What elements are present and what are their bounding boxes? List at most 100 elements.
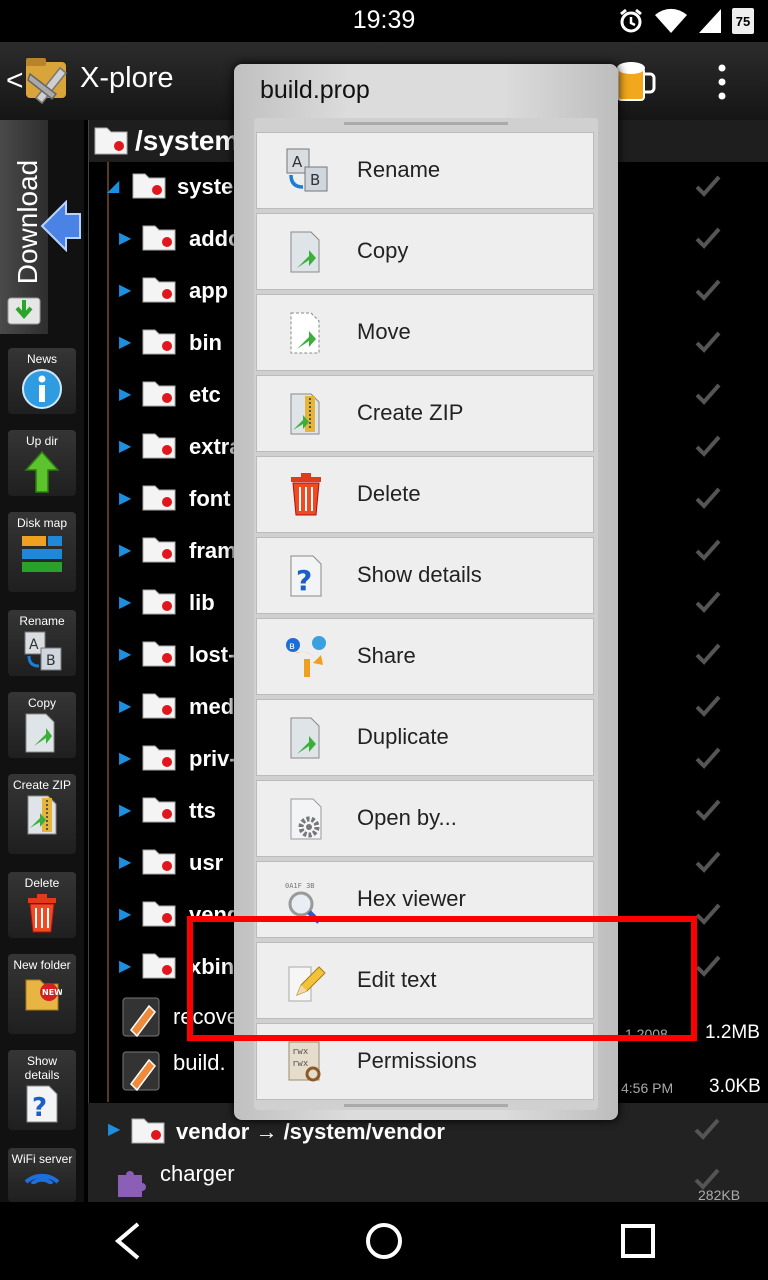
new-folder-label: New folder: [13, 958, 71, 972]
folder-name: etc: [189, 382, 221, 407]
new-folder-button[interactable]: New folder NEW: [8, 954, 76, 1034]
news-label: News: [26, 352, 57, 366]
folder-name: fram: [189, 538, 237, 563]
folder-name: syste: [177, 174, 234, 199]
check-icon[interactable]: [695, 902, 721, 926]
collapsed-arrow-icon: ▶: [119, 542, 132, 559]
menu-label: Permissions: [357, 1048, 477, 1073]
trash-icon: [28, 894, 56, 933]
menu-item-create-zip[interactable]: Create ZIP: [256, 375, 594, 452]
folder-name: med: [189, 694, 235, 719]
new-folder-icon: NEW: [25, 979, 62, 1011]
file-icon: [122, 1051, 160, 1092]
app-title: X-plore: [80, 62, 174, 94]
delete-label: Delete: [24, 876, 60, 890]
svg-text:rwx: rwx: [292, 1047, 309, 1057]
copy-icon: [290, 231, 320, 273]
current-path: /system: [135, 125, 240, 156]
folder-icon: [142, 485, 176, 511]
menu-label: Open by...: [357, 805, 457, 830]
navigation-bar: [0, 1202, 768, 1280]
home-icon[interactable]: [361, 1218, 407, 1264]
folder-icon: [142, 953, 176, 979]
check-icon[interactable]: [695, 278, 721, 302]
check-icon[interactable]: [694, 1117, 720, 1141]
menu-label: Hex viewer: [357, 886, 466, 911]
menu-item-share[interactable]: ʙ Share: [256, 618, 594, 695]
file-size: 1.2MB: [705, 1022, 760, 1043]
check-icon[interactable]: [695, 434, 721, 458]
folder-icon: [132, 173, 166, 199]
news-button[interactable]: News: [8, 348, 76, 414]
menu-label: Delete: [357, 481, 421, 506]
charger-name: charger: [160, 1161, 235, 1186]
svg-text:A: A: [292, 153, 303, 171]
check-icon[interactable]: [695, 798, 721, 822]
check-icon[interactable]: [695, 954, 721, 978]
up-arrow-icon: [24, 450, 60, 493]
disk-map-button[interactable]: Disk map: [8, 512, 76, 592]
menu-item-move[interactable]: Move: [256, 294, 594, 371]
file-size: 3.0KB: [709, 1076, 761, 1097]
overflow-menu-icon[interactable]: [710, 62, 734, 102]
zip-icon: [27, 795, 57, 835]
check-icon[interactable]: [695, 642, 721, 666]
folder-icon: [142, 693, 176, 719]
check-icon[interactable]: [695, 486, 721, 510]
svg-text:0A1F 3B: 0A1F 3B: [285, 882, 315, 890]
check-icon[interactable]: [695, 226, 721, 250]
rename-icon: AB: [286, 148, 328, 192]
folder-name: tts: [189, 798, 216, 823]
cell-signal-icon: [699, 9, 721, 33]
charger-row[interactable]: charger 282KB: [88, 1157, 768, 1203]
collapsed-arrow-icon: ▶: [119, 802, 132, 819]
disk-map-label: Disk map: [16, 516, 67, 530]
wifi-server-button[interactable]: WiFi server: [8, 1148, 76, 1202]
question-icon: ?: [26, 1085, 58, 1123]
create-zip-button[interactable]: Create ZIP: [8, 774, 76, 854]
highlight-annotation: [187, 916, 697, 1041]
rename-button[interactable]: Rename AB: [8, 610, 76, 676]
folder-icon: [142, 745, 176, 771]
collapsed-arrow-icon: ▶: [119, 646, 132, 663]
check-icon[interactable]: [695, 382, 721, 406]
status-bar: 19:39 75: [0, 0, 768, 42]
permissions-icon: rwx rwx: [288, 1041, 321, 1082]
rename-label: Rename: [19, 614, 65, 628]
move-icon: [290, 312, 320, 354]
menu-item-show-details[interactable]: ? Show details: [256, 537, 594, 614]
menu-item-rename[interactable]: AB Rename: [256, 132, 594, 209]
menu-item-open-by[interactable]: Open by...: [256, 780, 594, 857]
check-icon[interactable]: [695, 538, 721, 562]
menu-item-copy[interactable]: Copy: [256, 213, 594, 290]
menu-label: Create ZIP: [357, 400, 464, 425]
beer-icon[interactable]: [612, 58, 656, 104]
delete-button[interactable]: Delete: [8, 872, 76, 938]
check-icon[interactable]: [695, 694, 721, 718]
svg-text:ʙ: ʙ: [289, 641, 295, 652]
pane-arrow-icon[interactable]: [40, 200, 82, 252]
check-icon[interactable]: [695, 850, 721, 874]
check-icon[interactable]: [694, 1167, 720, 1191]
up-chevron-icon[interactable]: <: [6, 64, 24, 98]
show-details-button[interactable]: Show details ?: [8, 1050, 76, 1130]
collapsed-arrow-icon: ▶: [119, 698, 132, 715]
copy-label: Copy: [27, 696, 56, 710]
copy-button[interactable]: Copy: [8, 692, 76, 758]
collapsed-arrow-icon: ▶: [119, 490, 132, 507]
menu-label: Rename: [357, 157, 441, 182]
recents-icon[interactable]: [615, 1218, 661, 1264]
menu-item-delete[interactable]: Delete: [256, 456, 594, 533]
folder-icon: [142, 849, 176, 875]
check-icon[interactable]: [695, 330, 721, 354]
back-icon[interactable]: [106, 1218, 152, 1264]
show-details-label: Show details: [24, 1054, 60, 1082]
check-icon[interactable]: [695, 590, 721, 614]
check-icon[interactable]: [695, 174, 721, 198]
check-icon[interactable]: [695, 746, 721, 770]
menu-item-duplicate[interactable]: Duplicate: [256, 699, 594, 776]
up-dir-button[interactable]: Up dir: [8, 430, 76, 496]
svg-text:?: ?: [296, 564, 312, 597]
app-logo-icon[interactable]: [22, 54, 72, 106]
folder-icon: [142, 381, 176, 407]
